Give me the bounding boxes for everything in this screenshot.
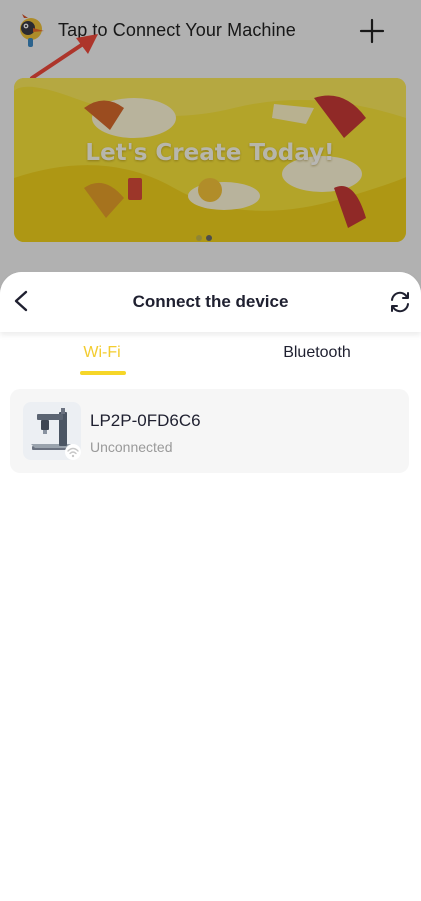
laser-engraver-icon <box>23 402 81 460</box>
connect-device-sheet: Connect the device Wi-Fi Bluetooth LP2P-… <box>0 272 421 901</box>
tab-bluetooth[interactable]: Bluetooth <box>262 344 372 380</box>
tab-selected-indicator <box>80 371 126 375</box>
refresh-icon <box>391 291 409 313</box>
wifi-icon <box>65 444 81 460</box>
sheet-header: Connect the device <box>0 272 421 332</box>
device-status: Unconnected <box>90 439 173 455</box>
sheet-title: Connect the device <box>132 292 289 311</box>
device-name: LP2P-0FD6C6 <box>90 411 201 430</box>
refresh-button[interactable] <box>386 288 414 316</box>
device-list-item[interactable]: LP2P-0FD6C6 Unconnected <box>10 389 409 473</box>
